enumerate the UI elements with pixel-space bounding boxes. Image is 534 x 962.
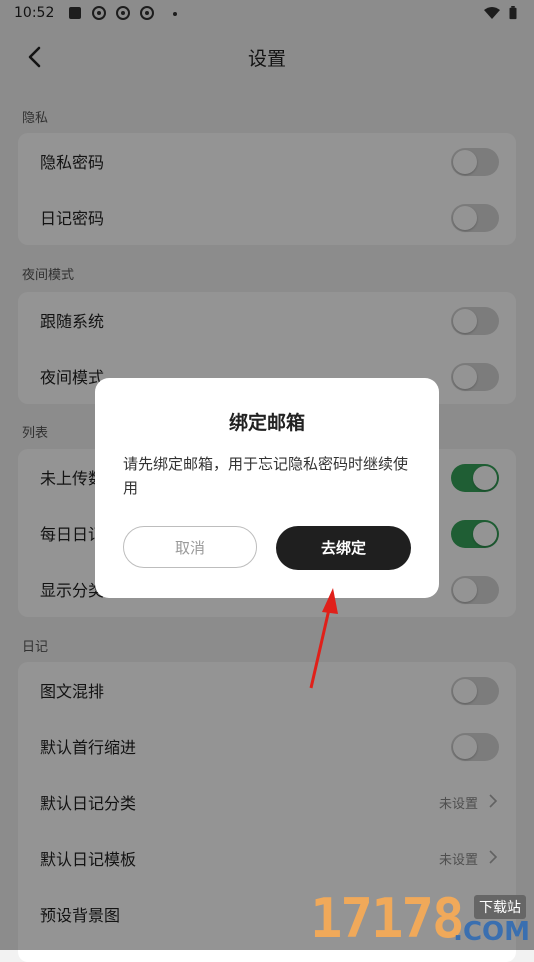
watermark-site-label: 下载站 <box>474 895 526 919</box>
watermark-logo: 17178 下载站 .COM <box>310 885 534 950</box>
watermark-number: 17178 <box>310 887 465 950</box>
watermark-domain: .COM <box>453 917 530 947</box>
annotation-arrow-icon <box>309 588 338 689</box>
